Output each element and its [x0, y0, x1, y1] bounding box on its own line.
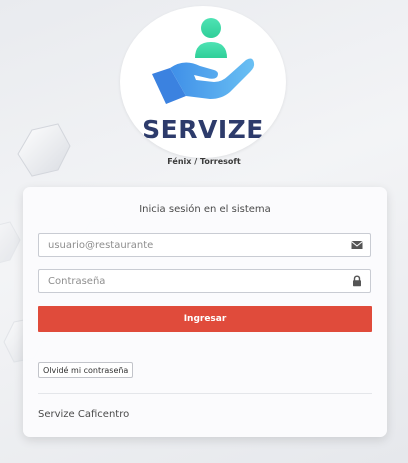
username-input[interactable] [39, 234, 348, 256]
footer-text: Servize Caficentro [38, 409, 130, 420]
brand-logo-text: SERVIZE [142, 115, 264, 144]
card-divider [38, 393, 372, 394]
login-card: Inicia sesión en el sistema Ingresar Olv… [23, 187, 387, 437]
login-title: Inicia sesión en el sistema [139, 204, 271, 215]
username-field[interactable] [38, 233, 371, 257]
hand-person-icon [152, 18, 255, 104]
background-hexagon [0, 221, 21, 264]
forgot-password-button[interactable]: Olvidé mi contraseña [38, 362, 134, 378]
brand-subtitle: Fénix / Torresoft [167, 157, 241, 166]
login-submit-button[interactable]: Ingresar [38, 306, 372, 332]
password-field[interactable] [38, 269, 371, 293]
background-hexagon [17, 123, 71, 177]
password-input[interactable] [39, 270, 348, 292]
brand-logo: SERVIZE [120, 6, 286, 158]
envelope-icon [351, 241, 363, 249]
lock-icon [353, 275, 361, 287]
